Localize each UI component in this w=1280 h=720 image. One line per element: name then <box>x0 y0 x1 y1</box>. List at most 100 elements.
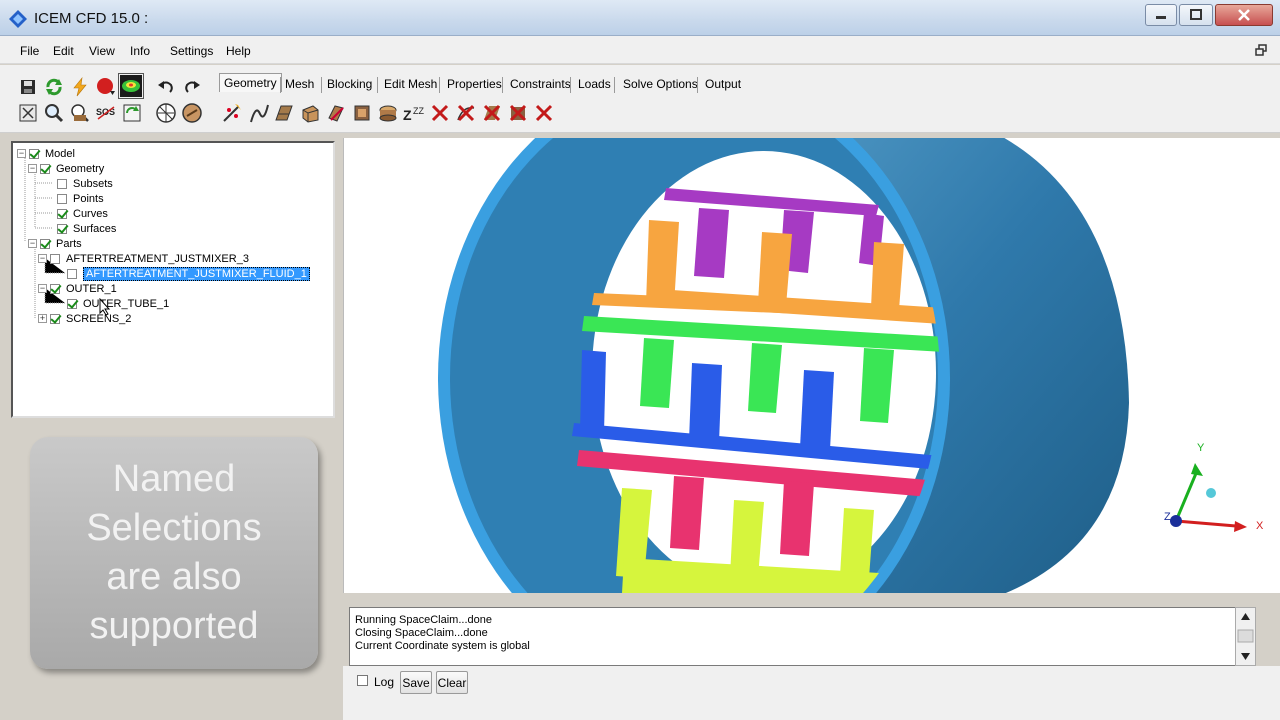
clear-log-button[interactable]: Clear <box>436 671 468 694</box>
tree-checkbox[interactable] <box>40 163 50 174</box>
y-axis-label: Y <box>1197 442 1205 454</box>
scroll-up-icon[interactable] <box>1241 613 1250 620</box>
create-surface-icon[interactable] <box>272 101 296 125</box>
menu-settings[interactable]: Settings <box>170 44 213 58</box>
mixer-model-render: Y X Z <box>438 138 1264 593</box>
tree-checkbox[interactable] <box>57 208 67 219</box>
menu-file[interactable]: File <box>20 44 39 58</box>
tab-separator <box>377 77 378 93</box>
save-icon[interactable] <box>16 75 40 99</box>
collapse-icon[interactable]: − <box>38 284 47 293</box>
tab-solve-options[interactable]: Solve Options <box>619 75 702 93</box>
expand-icon[interactable]: + <box>38 314 47 323</box>
restore-window-icon[interactable] <box>1255 44 1267 56</box>
tree-node-part-outer[interactable]: − OUTER_1 <box>38 281 117 296</box>
tab-mesh[interactable]: Mesh <box>281 75 318 93</box>
tab-blocking[interactable]: Blocking <box>323 75 376 93</box>
tree-node-part-screens[interactable]: + SCREENS_2 <box>38 311 131 326</box>
undo-icon[interactable] <box>154 75 178 99</box>
scroll-down-icon[interactable] <box>1241 653 1250 660</box>
menu-info[interactable]: Info <box>130 44 150 58</box>
tree-checkbox[interactable] <box>57 193 67 204</box>
maximize-icon <box>1190 9 1202 20</box>
tree-checkbox[interactable] <box>40 238 50 249</box>
tree-node-curves[interactable]: Curves <box>57 206 108 221</box>
save-log-button[interactable]: Save <box>400 671 432 694</box>
fit-window-icon[interactable] <box>16 101 40 125</box>
delete-surface-icon[interactable] <box>480 101 504 125</box>
tree-label: AFTERTREATMENT_JUSTMIXER_3 <box>66 252 249 265</box>
tab-properties[interactable]: Properties <box>443 75 506 93</box>
wireframe-icon[interactable] <box>154 101 178 125</box>
close-button[interactable] <box>1215 4 1273 26</box>
tree-checkbox[interactable] <box>57 178 67 189</box>
tree-checkbox[interactable] <box>57 223 67 234</box>
tree-node-geometry[interactable]: − Geometry <box>28 161 104 176</box>
tree-node-points[interactable]: Points <box>57 191 104 206</box>
tree-checkbox[interactable] <box>50 283 60 294</box>
x-axis-label: X <box>1256 520 1264 532</box>
tree-label: Points <box>73 192 104 205</box>
tab-edit-mesh[interactable]: Edit Mesh <box>380 75 441 93</box>
menu-view[interactable]: View <box>89 44 115 58</box>
create-body-icon[interactable] <box>298 101 322 125</box>
collapse-icon[interactable]: − <box>28 164 37 173</box>
repair-geometry-icon[interactable] <box>324 101 348 125</box>
tree-label: OUTER_1 <box>66 282 117 295</box>
tree-checkbox[interactable] <box>67 298 77 309</box>
tab-output[interactable]: Output <box>701 75 745 93</box>
tree-node-part-justmixer-fluid[interactable]: AFTERTREATMENT_JUSTMIXER_FLUID_1 <box>67 266 310 281</box>
tree-node-model[interactable]: − Model <box>17 146 75 161</box>
transform-icon[interactable] <box>120 101 144 125</box>
maximize-button[interactable] <box>1179 4 1213 26</box>
create-curve-icon[interactable] <box>247 101 271 125</box>
tree-checkbox[interactable] <box>50 253 60 264</box>
lightning-icon[interactable] <box>68 75 92 99</box>
graphics-viewport[interactable]: Y X Z <box>343 138 1280 593</box>
tab-constraints[interactable]: Constraints <box>506 75 575 93</box>
callout-text: Named Selections are also supported <box>30 455 318 651</box>
collapse-icon[interactable]: − <box>38 254 47 263</box>
log-checkbox[interactable] <box>357 675 368 686</box>
tree-node-subsets[interactable]: Subsets <box>57 176 113 191</box>
tree-node-parts[interactable]: − Parts <box>28 236 82 251</box>
message-controls <box>343 666 1280 720</box>
message-window[interactable]: Running SpaceClaim...done Closing SpaceC… <box>349 607 1256 666</box>
tree-checkbox[interactable] <box>50 313 60 324</box>
coordinate-axes-triad: Y X Z <box>1164 442 1264 532</box>
delete-point-icon[interactable] <box>428 101 452 125</box>
delete-any-entity-icon[interactable] <box>532 101 556 125</box>
minimize-button[interactable] <box>1145 4 1177 26</box>
redo-icon[interactable] <box>180 75 204 99</box>
tree-checkbox[interactable] <box>67 268 77 279</box>
tree-node-part-outer-tube[interactable]: OUTER_TUBE_1 <box>67 296 169 311</box>
delete-body-icon[interactable] <box>506 101 530 125</box>
tree-node-surfaces[interactable]: Surfaces <box>57 221 116 236</box>
restore-surface-icon[interactable] <box>376 101 400 125</box>
svg-text:ZZ: ZZ <box>413 106 424 116</box>
message-line: Closing SpaceClaim...done <box>355 627 488 639</box>
tree-checkbox[interactable] <box>29 148 39 159</box>
tab-geometry[interactable]: Geometry <box>219 73 282 92</box>
record-icon[interactable] <box>94 75 118 99</box>
sleep-geometry-icon[interactable]: Z ZZ <box>402 101 426 125</box>
refresh-icon[interactable] <box>42 75 66 99</box>
log-label: Log <box>374 675 395 689</box>
scroll-thumb[interactable] <box>1237 629 1254 643</box>
menu-edit[interactable]: Edit <box>53 44 74 58</box>
transform-geometry-icon[interactable] <box>350 101 374 125</box>
collapse-icon[interactable]: − <box>28 239 37 248</box>
color-display-icon[interactable] <box>118 73 144 99</box>
delete-curve-icon[interactable] <box>454 101 478 125</box>
tree-node-part-justmixer[interactable]: − AFTERTREATMENT_JUSTMIXER_3 <box>38 251 249 266</box>
collapse-icon[interactable]: − <box>17 149 26 158</box>
sos-icon[interactable]: SOS <box>94 101 118 125</box>
zoom-icon[interactable] <box>42 101 66 125</box>
message-scrollbar[interactable] <box>1235 607 1256 666</box>
menu-help[interactable]: Help <box>226 44 251 58</box>
tab-loads[interactable]: Loads <box>574 75 615 93</box>
create-point-icon[interactable] <box>220 101 244 125</box>
message-line: Current Coordinate system is global <box>355 640 530 652</box>
measure-icon[interactable] <box>68 101 92 125</box>
solid-shading-icon[interactable] <box>180 101 204 125</box>
